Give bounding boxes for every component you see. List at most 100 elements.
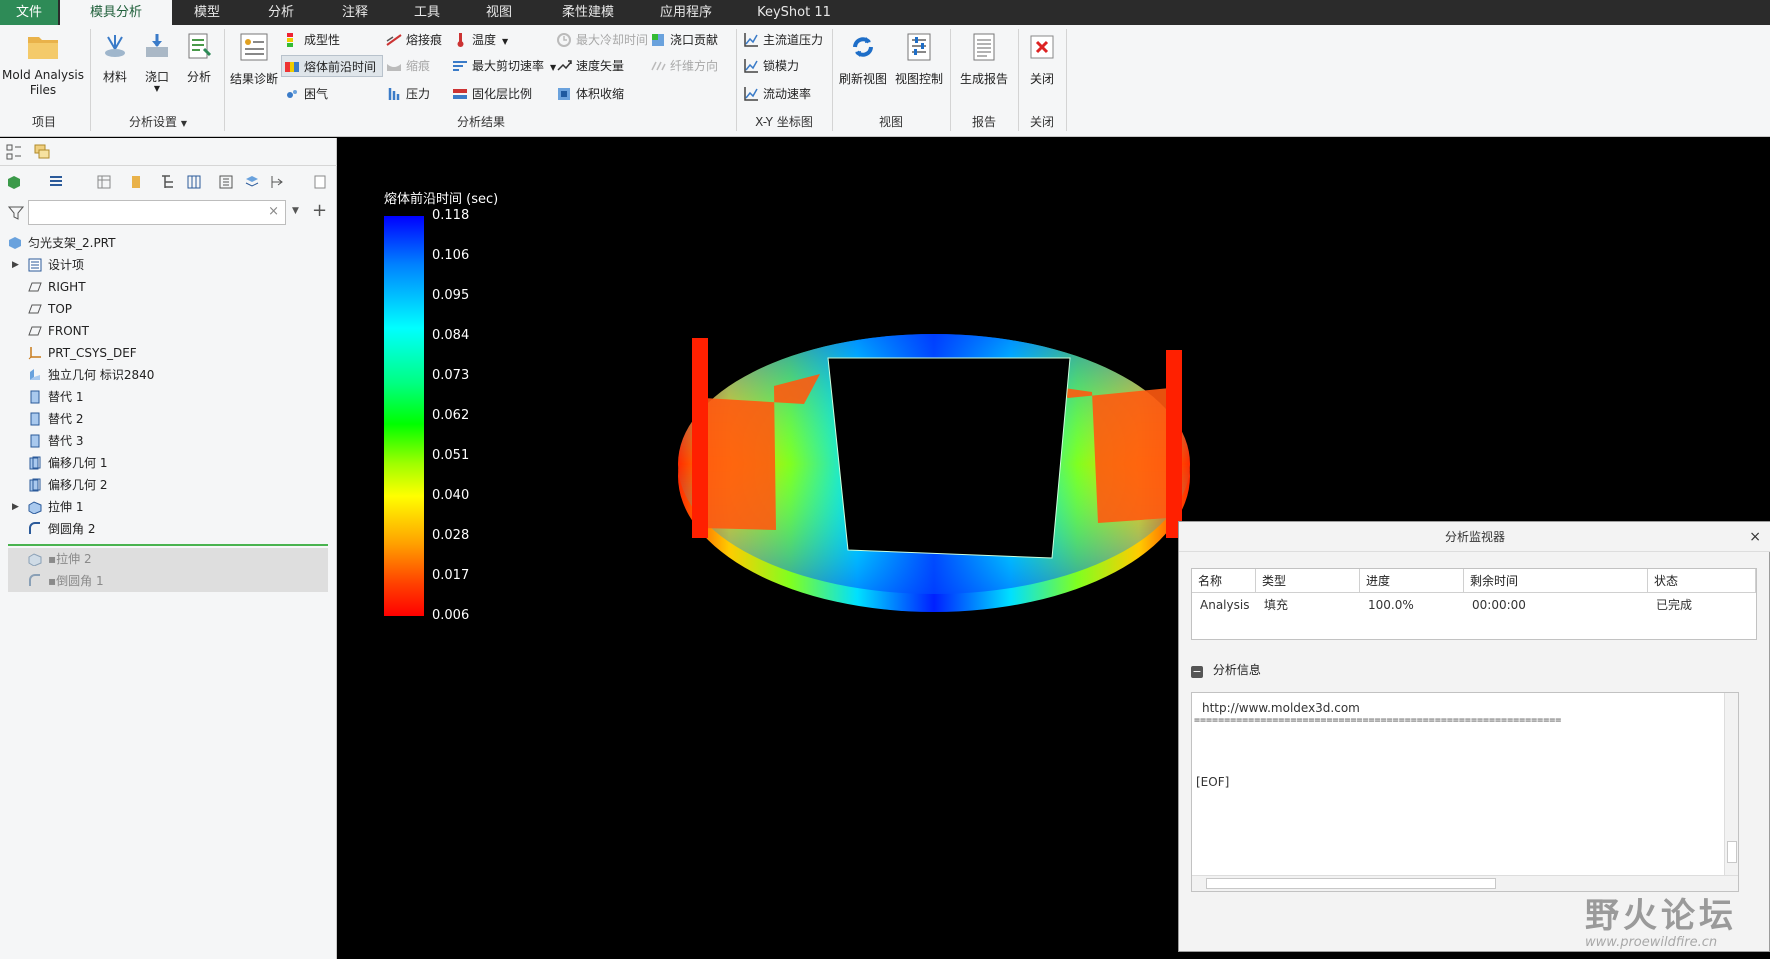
tree-item-label: 独立几何 标识2840 [48,368,155,382]
list-icon[interactable] [48,174,64,190]
tree-item-label: 替代 1 [48,390,84,404]
air-trap-button[interactable]: 困气 [282,83,328,105]
info-text-area[interactable]: http://www.moldex3d.com ================… [1191,692,1739,892]
insert-here-line[interactable] [8,544,328,546]
menu-tools[interactable]: 工具 [400,0,454,25]
column-header-progress[interactable]: 进度 [1360,569,1464,593]
gate-label: 浇口 [144,70,169,84]
layer-stack-icon[interactable] [244,174,260,190]
menu-flexible-modeling[interactable]: 柔性建模 [548,0,628,25]
flow-rate-button[interactable]: 流动速率 [741,83,811,105]
legend-tick-label: 0.106 [432,248,470,263]
column-header-status[interactable]: 状态 [1648,569,1756,593]
add-icon[interactable]: + [312,200,327,221]
melt-front-time-button[interactable]: 熔体前沿时间 [281,55,383,77]
tree-search-input[interactable]: × [28,200,286,225]
weld-line-button[interactable]: 熔接痕 [384,29,442,51]
menu-keyshot[interactable]: KeyShot 11 [746,0,842,25]
max-cooling-time-label: 最大冷却时间 [576,33,649,47]
pressure-button[interactable]: 压力 [384,83,430,105]
gate-button[interactable]: 浇口 ▼ [138,31,176,93]
table-icon[interactable] [96,174,112,190]
table-cell-type: 填充 [1264,598,1289,612]
moldability-button[interactable]: 成型性 [282,29,340,51]
close-icon[interactable]: × [1749,522,1761,552]
refresh-view-button[interactable]: 刷新视图 [836,31,890,87]
result-diagnosis-button[interactable]: 结果诊断 [228,31,280,87]
part-model[interactable] [678,318,1190,618]
columns-icon[interactable] [186,174,202,190]
menu-applications[interactable]: 应用程序 [648,0,724,25]
volumetric-shrinkage-label: 体积收缩 [576,87,625,101]
sprue-pressure-label: 主流道压力 [763,33,824,47]
analysis-button[interactable]: 分析 [180,31,218,85]
column-header-type[interactable]: 类型 [1256,569,1360,593]
gate-contribution-icon [652,34,664,46]
chevron-down-icon[interactable]: ▼ [292,206,299,216]
frozen-layer-ratio-button[interactable]: 固化层比例 [450,83,532,105]
expand-arrow-icon[interactable]: ▶ [12,502,19,512]
gate-contribution-button[interactable]: 浇口贡献 [648,29,718,51]
menu-model[interactable]: 模型 [180,0,234,25]
legend-tick-label: 0.062 [432,408,470,423]
view-control-button[interactable]: 视图控制 [892,31,946,87]
panel-tabs [0,138,337,166]
legend-title: 熔体前沿时间 (sec) [384,192,499,207]
expand-arrow-icon[interactable]: ▶ [12,260,19,270]
generate-report-button[interactable]: 生成报告 [954,31,1014,87]
mold-analysis-files-button[interactable]: Mold Analysis Files [2,31,84,98]
fiber-orientation-button[interactable]: 纤维方向 [648,55,718,77]
velocity-vector-icon [557,60,572,71]
model-tree-tab-icon[interactable] [6,144,22,160]
legend-tick-label: 0.006 [432,608,470,623]
gate-contribution-label: 浇口贡献 [670,33,719,47]
scrollbar-thumb[interactable] [1206,878,1496,889]
menu-analysis[interactable]: 分析 [254,0,308,25]
layers-tab-icon[interactable] [34,144,50,160]
temperature-button[interactable]: 温度 ▼ [450,29,508,51]
offset-geometry-icon [29,456,41,470]
fiber-orientation-icon [651,61,666,71]
clear-icon[interactable]: × [268,204,279,219]
shear-rate-icon [453,61,467,71]
document-icon[interactable] [312,174,328,190]
info-section-header[interactable]: − 分析信息 [1191,660,1261,680]
xy-chart-icon [744,33,758,47]
report-icon [973,33,995,61]
menu-annotate[interactable]: 注释 [328,0,382,25]
view-control-label: 视图控制 [894,72,943,86]
column-header-remaining[interactable]: 剩余时间 [1464,569,1648,593]
tree-item-label: 偏移几何 1 [48,456,108,470]
collapse-icon[interactable]: − [1191,666,1203,678]
menu-view[interactable]: 视图 [472,0,526,25]
sink-mark-button[interactable]: 缩痕 [384,55,430,77]
group-label-settings[interactable]: 分析设置 ▼ [94,113,222,131]
tree-settings-icon[interactable] [270,174,286,190]
scrollbar-thumb[interactable] [1727,841,1737,863]
menu-file[interactable]: 文件 [0,0,58,25]
cube-icon[interactable] [6,174,22,190]
watermark-url: www.proewildfire.cn [1585,935,1718,950]
menu-mold-analysis[interactable]: 模具分析 [60,0,172,25]
legend-tick-label: 0.051 [432,448,470,463]
max-shear-rate-button[interactable]: 最大剪切速率 ▼ [450,55,556,77]
material-button[interactable]: 材料 [96,31,134,85]
filter-icon[interactable] [8,205,24,221]
tree-filter-icon[interactable] [160,174,176,190]
close-analysis-button[interactable]: 关闭 [1022,31,1062,87]
sprue-pressure-button[interactable]: 主流道压力 [741,29,823,51]
column-header-name[interactable]: 名称 [1192,569,1256,593]
vertical-scrollbar[interactable] [1724,693,1738,877]
highlight-icon[interactable] [128,174,144,190]
round-icon [29,574,40,586]
volumetric-shrinkage-button[interactable]: 体积收缩 [554,83,624,105]
velocity-vector-button[interactable]: 速度矢量 [554,55,624,77]
max-shear-rate-label: 最大剪切速率 [472,59,545,73]
left-post [692,338,708,538]
max-cooling-time-button[interactable]: 最大冷却时间 [554,29,648,51]
clamp-force-button[interactable]: 锁模力 [741,55,799,77]
settings-list-icon[interactable] [218,174,234,190]
center-window [827,357,1071,559]
sink-mark-label: 缩痕 [406,59,431,73]
analysis-table: 名称 类型 进度 剩余时间 状态 Analysis 填充 100.0% 00:0… [1191,568,1757,640]
